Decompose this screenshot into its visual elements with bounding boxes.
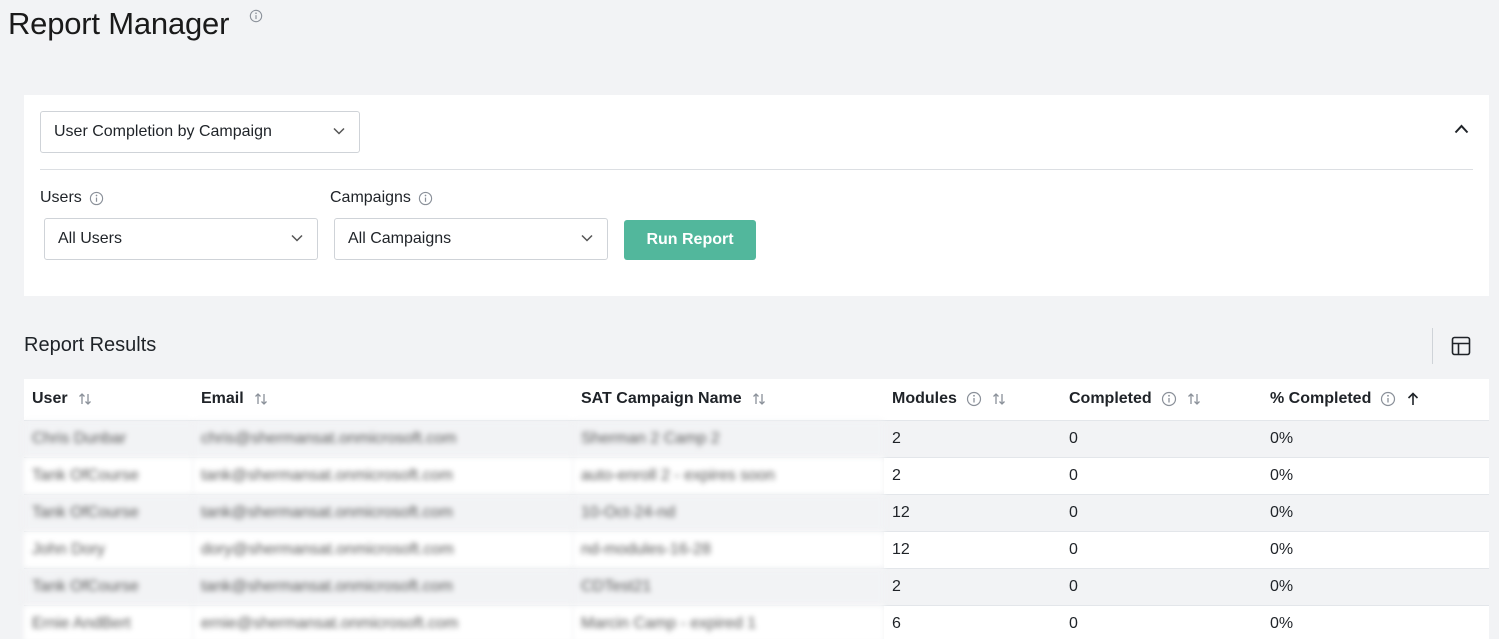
report-results-title: Report Results: [24, 334, 157, 356]
table-row[interactable]: Tank OfCourse tank@shermansat.onmicrosof…: [24, 457, 1489, 495]
sort-arrows-icon[interactable]: [991, 391, 1007, 407]
page-title: Report Manager: [8, 6, 230, 41]
sort-arrows-icon[interactable]: [1186, 391, 1202, 407]
table-row[interactable]: John Dory dory@shermansat.onmicrosoft.co…: [24, 531, 1489, 569]
cell-email: tank@shermansat.onmicrosoft.com: [193, 457, 573, 495]
cell-campaign: CDTest21: [573, 568, 884, 606]
cell-modules: 2: [884, 568, 1061, 606]
chevron-down-icon: [333, 127, 345, 135]
cell-modules: 2: [884, 457, 1061, 495]
info-icon[interactable]: [249, 9, 263, 23]
table-row[interactable]: Tank OfCourse tank@shermansat.onmicrosof…: [24, 494, 1489, 532]
campaigns-select[interactable]: All Campaigns: [334, 218, 608, 260]
arrow-up-icon[interactable]: [1405, 391, 1421, 407]
campaigns-label: Campaigns: [330, 189, 433, 207]
table-columns-icon[interactable]: [1451, 336, 1471, 356]
cell-email: tank@shermansat.onmicrosoft.com: [193, 568, 573, 606]
users-label-text: Users: [40, 189, 82, 206]
cell-email: dory@shermansat.onmicrosoft.com: [193, 531, 573, 569]
cell-pct-completed: 0%: [1262, 420, 1489, 458]
cell-modules: 12: [884, 494, 1061, 532]
cell-campaign: auto-enroll 2 - expires soon: [573, 457, 884, 495]
column-header-label: Completed: [1069, 390, 1152, 408]
sort-arrows-icon[interactable]: [751, 391, 767, 407]
column-header-label: Email: [201, 390, 244, 408]
table-header-row: User Email SAT Campaign Name Modules Com…: [24, 379, 1489, 421]
users-label: Users: [40, 189, 104, 207]
chevron-down-icon: [581, 234, 593, 242]
info-icon[interactable]: [1380, 391, 1396, 407]
column-header-modules[interactable]: Modules: [884, 379, 1061, 421]
table-row[interactable]: Ernie AndBert ernie@shermansat.onmicroso…: [24, 605, 1489, 639]
column-header-email[interactable]: Email: [193, 379, 573, 421]
campaigns-select-value: All Campaigns: [348, 230, 452, 247]
column-header-label: SAT Campaign Name: [581, 390, 742, 408]
chevron-down-icon: [291, 234, 303, 242]
column-header-user[interactable]: User: [24, 379, 193, 421]
column-header-campaign[interactable]: SAT Campaign Name: [573, 379, 884, 421]
cell-campaign: 10-Oct-24-nd: [573, 494, 884, 532]
cell-completed: 0: [1061, 457, 1262, 495]
info-icon[interactable]: [1161, 391, 1177, 407]
run-report-button[interactable]: Run Report: [624, 220, 756, 260]
sort-arrows-icon[interactable]: [253, 391, 269, 407]
column-header-label: % Completed: [1270, 390, 1372, 408]
cell-completed: 0: [1061, 494, 1262, 532]
table-row[interactable]: Chris Dunbar chris@shermansat.onmicrosof…: [24, 420, 1489, 458]
cell-pct-completed: 0%: [1262, 457, 1489, 495]
cell-user: Chris Dunbar: [24, 420, 193, 458]
info-icon[interactable]: [89, 191, 104, 206]
info-icon[interactable]: [966, 391, 982, 407]
cell-campaign: nd-modules-16-28: [573, 531, 884, 569]
cell-completed: 0: [1061, 531, 1262, 569]
cell-pct-completed: 0%: [1262, 605, 1489, 639]
cell-pct-completed: 0%: [1262, 531, 1489, 569]
cell-campaign: Marcin Camp - expired 1: [573, 605, 884, 639]
cell-modules: 2: [884, 420, 1061, 458]
sort-arrows-icon[interactable]: [77, 391, 93, 407]
cell-email: chris@shermansat.onmicrosoft.com: [193, 420, 573, 458]
chevron-up-icon[interactable]: [1454, 124, 1469, 134]
cell-email: ernie@shermansat.onmicrosoft.com: [193, 605, 573, 639]
toolbar-divider: [1432, 328, 1433, 364]
panel-divider: [40, 169, 1473, 170]
users-select-value: All Users: [58, 230, 123, 247]
report-filter-panel: User Completion by Campaign Users All Us…: [24, 95, 1489, 296]
cell-completed: 0: [1061, 568, 1262, 606]
column-header-label: Modules: [892, 390, 957, 408]
cell-modules: 12: [884, 531, 1061, 569]
cell-email: tank@shermansat.onmicrosoft.com: [193, 494, 573, 532]
cell-completed: 0: [1061, 420, 1262, 458]
column-header-completed[interactable]: Completed: [1061, 379, 1262, 421]
cell-campaign: Sherman 2 Camp 2: [573, 420, 884, 458]
cell-pct-completed: 0%: [1262, 568, 1489, 606]
info-icon[interactable]: [418, 191, 433, 206]
report-type-select[interactable]: User Completion by Campaign: [40, 111, 360, 153]
cell-pct-completed: 0%: [1262, 494, 1489, 532]
report-type-value: User Completion by Campaign: [54, 123, 272, 140]
cell-modules: 6: [884, 605, 1061, 639]
report-results-table: User Email SAT Campaign Name Modules Com…: [24, 379, 1489, 639]
column-header-pct-completed[interactable]: % Completed: [1262, 379, 1489, 421]
column-header-label: User: [32, 390, 68, 408]
cell-user: Ernie AndBert: [24, 605, 193, 639]
users-select[interactable]: All Users: [44, 218, 318, 260]
cell-user: Tank OfCourse: [24, 494, 193, 532]
cell-user: Tank OfCourse: [24, 568, 193, 606]
cell-user: John Dory: [24, 531, 193, 569]
campaigns-label-text: Campaigns: [330, 189, 411, 206]
table-row[interactable]: Tank OfCourse tank@shermansat.onmicrosof…: [24, 568, 1489, 606]
cell-user: Tank OfCourse: [24, 457, 193, 495]
cell-completed: 0: [1061, 605, 1262, 639]
